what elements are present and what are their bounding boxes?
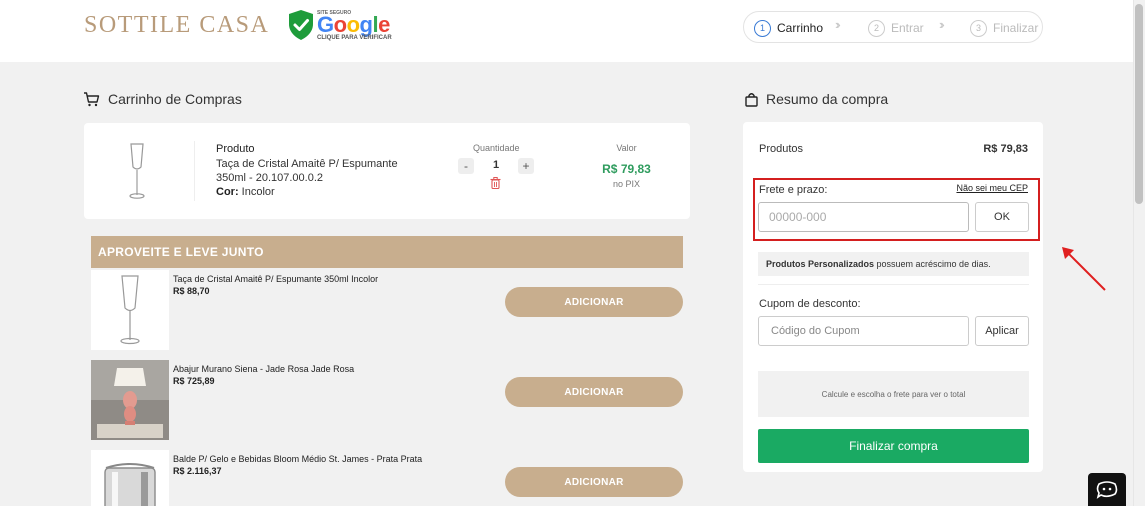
notice-bold: Produtos Personalizados	[766, 259, 875, 269]
product-heading: Produto	[216, 143, 255, 155]
value-label: Valor	[616, 143, 637, 153]
step-cart[interactable]: 1 Carrinho	[754, 18, 823, 38]
apply-coupon-button[interactable]: Aplicar	[975, 316, 1029, 346]
shipping-calc-note: Calcule e escolha o frete para ver o tot…	[758, 371, 1029, 417]
variant-label: Cor:	[216, 186, 239, 198]
cep-ok-button[interactable]: OK	[975, 202, 1029, 232]
variant-value: Incolor	[241, 186, 275, 198]
upsell-name[interactable]: Taça de Cristal Amaitê P/ Espumante 350m…	[173, 274, 378, 284]
product-name[interactable]: Taça de Cristal Amaitê P/ Espumante 350m…	[216, 157, 416, 185]
cart-section-title: Carrinho de Compras	[83, 91, 242, 107]
page-scrollbar[interactable]	[1133, 0, 1145, 506]
upsell-product-image[interactable]	[91, 270, 169, 350]
google-safe-badge[interactable]: SITE SEGURO Google CLIQUE PARA VERIFICAR	[287, 9, 392, 45]
badge-sub-text: CLIQUE PARA VERIFICAR	[317, 35, 392, 41]
add-upsell-button[interactable]: ADICIONAR	[505, 287, 683, 317]
scrollbar-thumb[interactable]	[1135, 4, 1143, 204]
cart-item-card: Produto Taça de Cristal Amaitê P/ Espuma…	[84, 123, 690, 219]
qty-decrease-button[interactable]: -	[458, 158, 474, 174]
step-number: 3	[970, 19, 987, 37]
upsell-header: APROVEITE E LEVE JUNTO	[91, 236, 683, 268]
trash-icon[interactable]	[490, 177, 501, 189]
upsell-item: Balde P/ Gelo e Bebidas Bloom Médio St. …	[91, 450, 683, 506]
shield-check-icon	[289, 10, 313, 40]
add-upsell-button[interactable]: ADICIONAR	[505, 377, 683, 407]
order-summary-card: Produtos R$ 79,83 Frete e prazo: Não sei…	[743, 122, 1043, 472]
price-note: no PIX	[612, 179, 641, 189]
store-logo[interactable]: SOTTILE CASA	[84, 12, 269, 39]
step-finish[interactable]: 3 Finalizar	[970, 18, 1038, 38]
chevron-double-right-icon: ››	[939, 17, 944, 32]
summary-title: Resumo da compra	[766, 91, 889, 107]
upsell-name[interactable]: Balde P/ Gelo e Bebidas Bloom Médio St. …	[173, 454, 422, 464]
site-header: SOTTILE CASA SITE SEGURO Google CLIQUE P…	[0, 0, 1133, 62]
coupon-input[interactable]	[758, 316, 969, 346]
upsell-product-image[interactable]	[91, 450, 169, 506]
step-number: 2	[868, 19, 885, 37]
finish-purchase-button[interactable]: Finalizar compra	[758, 429, 1029, 463]
step-number: 1	[754, 19, 771, 37]
chat-icon	[1096, 480, 1118, 499]
products-label: Produtos	[759, 143, 804, 155]
chat-widget-button[interactable]	[1088, 473, 1126, 506]
qty-increase-button[interactable]: +	[518, 158, 534, 174]
item-price: R$ 79,83	[602, 162, 651, 176]
product-image[interactable]	[124, 143, 150, 201]
upsell-item: Abajur Murano Siena - Jade Rosa Jade Ros…	[91, 360, 683, 440]
checkout-steps: 1 Carrinho ›› 2 Entrar ›› 3 Finalizar	[743, 11, 1043, 43]
products-total: R$ 79,83	[983, 143, 1028, 155]
qty-value: 1	[492, 159, 500, 171]
chevron-double-right-icon: ››	[835, 17, 840, 32]
coupon-label: Cupom de desconto:	[759, 298, 861, 310]
summary-section-title: Resumo da compra	[745, 91, 888, 107]
notice-text: possuem acréscimo de dias.	[874, 259, 991, 269]
cep-input[interactable]	[758, 202, 969, 232]
upsell-item: Taça de Cristal Amaitê P/ Espumante 350m…	[91, 270, 683, 350]
annotation-arrow	[1062, 247, 1106, 291]
quantity-label: Quantidade	[473, 143, 520, 153]
summary-divider	[758, 284, 1029, 285]
upsell-name[interactable]: Abajur Murano Siena - Jade Rosa Jade Ros…	[173, 364, 354, 374]
personalized-notice: Produtos Personalizados possuem acréscim…	[758, 252, 1029, 276]
upsell-price: R$ 725,89	[173, 376, 215, 386]
add-upsell-button[interactable]: ADICIONAR	[505, 467, 683, 497]
cart-icon	[84, 91, 100, 106]
card-divider	[194, 141, 195, 201]
shipping-label: Frete e prazo:	[759, 184, 828, 196]
cart-title: Carrinho de Compras	[108, 91, 242, 107]
bag-icon	[745, 92, 758, 107]
unknown-cep-link[interactable]: Não sei meu CEP	[956, 183, 1028, 193]
step-login[interactable]: 2 Entrar	[868, 18, 924, 38]
product-variant: Cor: Incolor	[216, 186, 275, 198]
upsell-price: R$ 2.116,37	[173, 466, 222, 476]
step-label: Carrinho	[777, 21, 824, 35]
step-label: Finalizar	[993, 21, 1039, 35]
step-label: Entrar	[891, 21, 924, 35]
upsell-price: R$ 88,70	[173, 286, 210, 296]
upsell-product-image[interactable]	[91, 360, 169, 440]
